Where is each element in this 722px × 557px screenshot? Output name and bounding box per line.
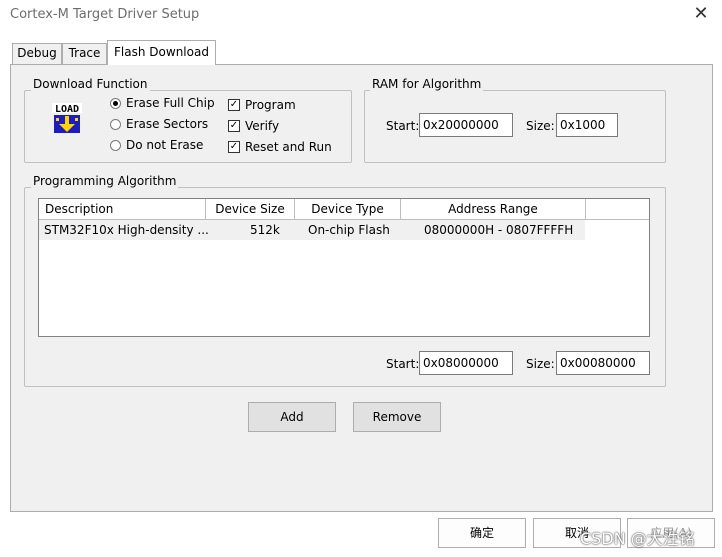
column-header-description-label: Description [45,202,114,216]
ok-button[interactable]: 确定 [438,518,526,548]
checkbox-verify-label: Verify [245,119,280,133]
close-button[interactable]: ✕ [686,2,716,28]
checkbox-reset-and-run-label: Reset and Run [245,140,332,154]
checkbox[interactable]: ✓ [228,141,240,153]
svg-text:LOAD: LOAD [55,104,79,115]
cell-address-range: 08000000H - 0807FFFFH [424,223,574,237]
checkbox-program-label: Program [245,98,296,112]
radio-erase-sectors-label: Erase Sectors [126,117,209,131]
tab-flash-download-label: Flash Download [114,45,209,59]
flash-start-label: Start: [386,357,420,371]
column-header-device-type[interactable]: Device Type [295,199,401,220]
watermark: CSDN @大泩铭 [580,529,695,548]
programming-algorithm-legend: Programming Algorithm [31,174,179,188]
flash-size-input[interactable]: 0x00080000 [556,351,650,375]
column-header-device-type-label: Device Type [311,202,384,216]
radio-button[interactable] [110,140,121,151]
ram-for-algorithm-legend: RAM for Algorithm [370,77,484,91]
window-title: Cortex-M Target Driver Setup [10,7,200,22]
column-header-address-range-label: Address Range [448,202,538,216]
ram-size-label: Size: [526,119,555,133]
flash-size-label: Size: [526,357,555,371]
tab-trace[interactable]: Trace [62,43,107,64]
cell-description: STM32F10x High-density ... [44,223,209,237]
tab-debug-label: Debug [17,46,57,60]
cell-device-size: 512k [250,223,280,237]
ram-size-input[interactable]: 0x1000 [556,113,618,137]
table-row[interactable]: STM32F10x High-density ... 512k On-chip … [39,220,585,240]
cell-device-type: On-chip Flash [308,223,390,237]
algorithm-list[interactable]: Description Device Size Device Type Addr… [38,198,650,337]
add-button[interactable]: Add [248,402,336,432]
tab-flash-download[interactable]: Flash Download [107,40,216,65]
tab-trace-label: Trace [68,46,101,60]
flash-start-input[interactable]: 0x08000000 [419,351,513,375]
radio-do-not-erase-label: Do not Erase [126,138,204,152]
download-function-legend: Download Function [31,77,150,91]
ram-start-label: Start: [386,119,420,133]
load-icon: LOAD [52,103,82,133]
column-header-filler [586,199,649,220]
ram-start-input[interactable]: 0x20000000 [419,113,513,137]
radio-erase-full-chip-label: Erase Full Chip [126,96,215,110]
tab-debug[interactable]: Debug [12,43,62,64]
column-header-device-size[interactable]: Device Size [206,199,295,220]
checkbox[interactable]: ✓ [228,99,240,111]
column-header-device-size-label: Device Size [215,202,285,216]
checkbox[interactable]: ✓ [228,120,240,132]
radio-button[interactable] [110,119,121,130]
title-bar: Cortex-M Target Driver Setup ✕ [0,0,722,31]
remove-button[interactable]: Remove [353,402,441,432]
radio-button[interactable] [110,98,121,109]
column-header-address-range[interactable]: Address Range [401,199,586,220]
column-header-description[interactable]: Description [39,199,206,220]
